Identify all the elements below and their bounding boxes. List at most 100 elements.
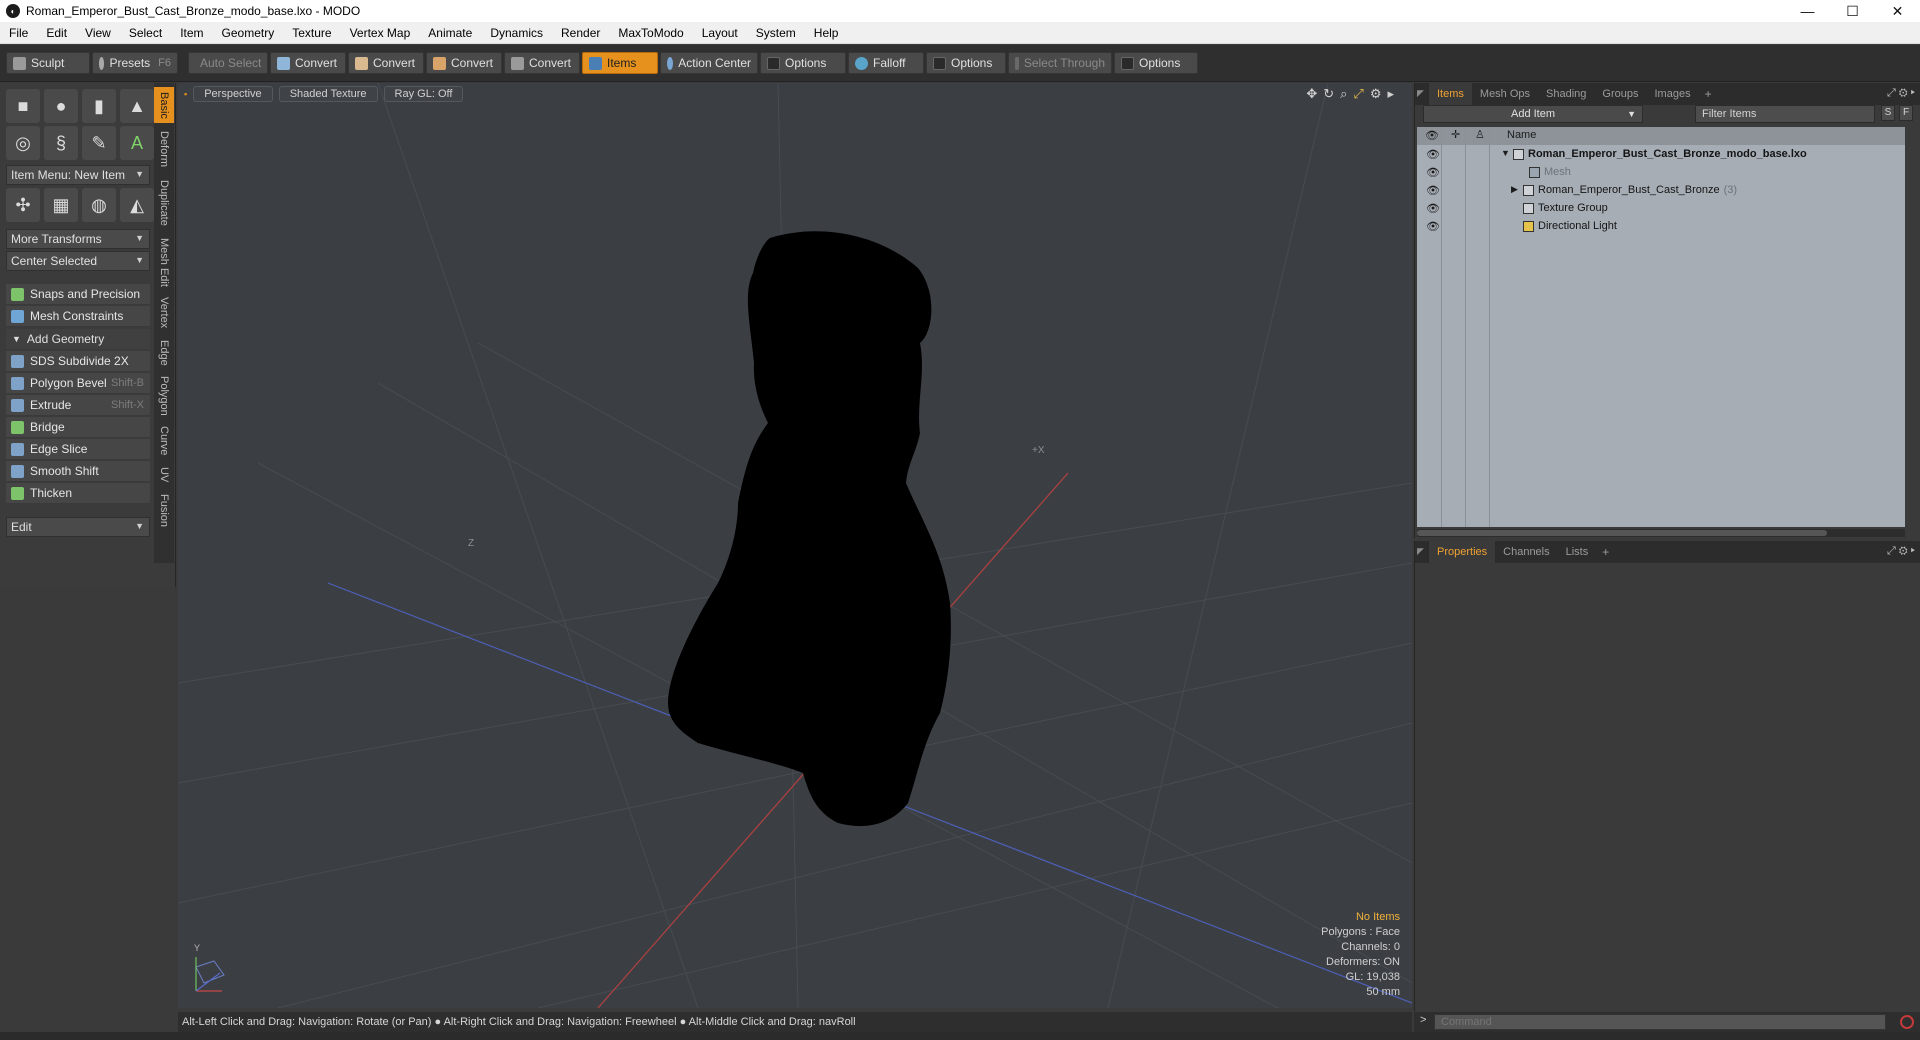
extrude-button[interactable]: Extrude Shift-X xyxy=(6,395,150,416)
convert-polygons-button[interactable]: Convert xyxy=(426,52,502,74)
maximize-icon[interactable]: ☐ xyxy=(1830,0,1875,22)
visibility-icon[interactable]: 👁 xyxy=(1426,148,1440,161)
edge-slice-button[interactable]: Edge Slice xyxy=(6,439,150,460)
record-macro-icon[interactable] xyxy=(1900,1015,1914,1029)
tab-polygon[interactable]: Polygon xyxy=(154,373,174,419)
filter-f-button[interactable]: F xyxy=(1899,105,1913,121)
visibility-icon[interactable]: 👁 xyxy=(1426,220,1440,233)
filter-items-input[interactable]: Filter Items xyxy=(1695,105,1875,123)
snaps-precision-button[interactable]: Snaps and Precision xyxy=(6,284,150,305)
menu-animate[interactable]: Animate xyxy=(419,26,481,40)
fit-icon[interactable]: ⤢ xyxy=(1353,86,1363,102)
tab-edge[interactable]: Edge xyxy=(154,337,174,369)
render-column-icon[interactable]: ♙ xyxy=(1475,128,1485,141)
sculpt-button[interactable]: Sculpt xyxy=(6,52,90,74)
add-geometry-section[interactable]: ▼ Add Geometry xyxy=(6,329,150,349)
menu-texture[interactable]: Texture xyxy=(283,26,340,40)
tab-duplicate[interactable]: Duplicate xyxy=(154,175,174,231)
pen-icon[interactable]: ✎ xyxy=(82,126,116,160)
tree-row-scene[interactable]: 👁 ▼ Roman_Emperor_Bust_Cast_Bronze_modo_… xyxy=(1417,146,1905,164)
more-transforms-dropdown[interactable]: More Transforms ▼ xyxy=(6,229,150,249)
command-input[interactable] xyxy=(1434,1014,1886,1030)
close-icon[interactable]: ✕ xyxy=(1875,0,1920,22)
visibility-column-icon[interactable]: 👁 xyxy=(1425,129,1439,142)
auto-select-button[interactable]: Auto Select xyxy=(188,52,268,74)
cone-icon[interactable]: ▲ xyxy=(120,89,154,123)
falloff-button[interactable]: Falloff xyxy=(848,52,924,74)
smooth-shift-button[interactable]: Smooth Shift xyxy=(6,461,150,482)
menu-help[interactable]: Help xyxy=(805,26,848,40)
panel-options-icon[interactable]: ⤢ ⚙ ▸ xyxy=(1887,545,1915,558)
center-selected-dropdown[interactable]: Center Selected ▼ xyxy=(6,251,150,271)
visibility-icon[interactable]: 👁 xyxy=(1426,166,1440,179)
gear-icon[interactable]: ⚙ xyxy=(1370,86,1382,102)
panel-options-icon[interactable]: ⤢ ⚙ ▸ xyxy=(1887,87,1915,100)
items-mode-button[interactable]: Items xyxy=(582,52,658,74)
grid-icon[interactable]: ▦ xyxy=(44,188,78,222)
tab-channels[interactable]: Channels xyxy=(1495,541,1557,563)
minimize-icon[interactable]: — xyxy=(1785,0,1830,22)
text-icon[interactable]: A xyxy=(120,126,154,160)
select-through-button[interactable]: Select Through xyxy=(1008,52,1112,74)
globe-icon[interactable]: ◍ xyxy=(82,188,116,222)
cylinder-icon[interactable]: ▮ xyxy=(82,89,116,123)
bridge-button[interactable]: Bridge xyxy=(6,417,150,438)
transform-gizmo-icon[interactable]: ✣ xyxy=(6,188,40,222)
menu-dynamics[interactable]: Dynamics xyxy=(481,26,552,40)
expand-icon[interactable]: ▶ xyxy=(1511,184,1518,195)
tab-shading[interactable]: Shading xyxy=(1538,83,1594,105)
action-center-options-button[interactable]: Options xyxy=(760,52,846,74)
menu-geometry[interactable]: Geometry xyxy=(213,26,284,40)
visibility-icon[interactable]: 👁 xyxy=(1426,184,1440,197)
add-tab-icon[interactable]: + xyxy=(1596,545,1615,559)
tube-icon[interactable]: § xyxy=(44,126,78,160)
torus-icon[interactable]: ◎ xyxy=(6,126,40,160)
add-tab-icon[interactable]: + xyxy=(1699,87,1718,101)
menu-maxtomodo[interactable]: MaxToModo xyxy=(609,26,692,40)
tab-items[interactable]: Items xyxy=(1429,83,1472,105)
convert-vertices-button[interactable]: Convert xyxy=(270,52,346,74)
pan-icon[interactable]: ✥ xyxy=(1306,86,1317,102)
menu-render[interactable]: Render xyxy=(552,26,609,40)
name-column-header[interactable]: Name xyxy=(1507,129,1536,141)
thicken-button[interactable]: Thicken xyxy=(6,483,150,504)
tab-mesh-ops[interactable]: Mesh Ops xyxy=(1472,83,1538,105)
edit-dropdown[interactable]: Edit ▼ xyxy=(6,517,150,537)
tab-groups[interactable]: Groups xyxy=(1594,83,1646,105)
view-mode-button[interactable]: Perspective xyxy=(193,86,273,102)
tab-fusion[interactable]: Fusion xyxy=(154,491,174,531)
menu-vertex-map[interactable]: Vertex Map xyxy=(341,26,420,40)
raygl-toggle[interactable]: Ray GL: Off xyxy=(383,86,464,102)
tab-basic[interactable]: Basic xyxy=(154,87,174,123)
menu-select[interactable]: Select xyxy=(120,26,171,40)
menu-file[interactable]: File xyxy=(0,26,37,40)
tree-row-texture-group[interactable]: 👁 Texture Group xyxy=(1417,200,1905,218)
expand-icon[interactable]: ▼ xyxy=(1501,148,1510,158)
tree-row-group[interactable]: 👁 ▶ Roman_Emperor_Bust_Cast_Bronze (3) xyxy=(1417,182,1905,200)
panel-menu-icon[interactable]: ◤ xyxy=(1417,88,1424,99)
convert-materials-button[interactable]: Convert xyxy=(504,52,580,74)
3d-viewport[interactable]: ▪ Perspective Shaded Texture Ray GL: Off… xyxy=(178,83,1412,1008)
polygon-bevel-button[interactable]: Polygon Bevel Shift-B xyxy=(6,373,150,394)
sphere-icon[interactable]: ● xyxy=(44,89,78,123)
menu-view[interactable]: View xyxy=(76,26,120,40)
visibility-icon[interactable]: 👁 xyxy=(1426,202,1440,215)
rotate-icon[interactable]: ↻ xyxy=(1323,86,1334,102)
action-center-button[interactable]: Action Center xyxy=(660,52,758,74)
shading-mode-button[interactable]: Shaded Texture xyxy=(278,86,378,102)
select-options-button[interactable]: Options xyxy=(1114,52,1198,74)
expand-arrow-icon[interactable]: ▸ xyxy=(1387,86,1394,102)
cube-icon[interactable]: ■ xyxy=(6,89,40,123)
lock-column-icon[interactable]: ✛ xyxy=(1451,128,1460,141)
tab-curve[interactable]: Curve xyxy=(154,423,174,459)
zoom-icon[interactable]: ⌕ xyxy=(1340,86,1347,102)
menu-system[interactable]: System xyxy=(747,26,805,40)
mesh-constraints-button[interactable]: Mesh Constraints xyxy=(6,306,150,327)
scrollbar-thumb[interactable] xyxy=(1417,530,1827,536)
tab-uv[interactable]: UV xyxy=(154,463,174,487)
tab-mesh-edit[interactable]: Mesh Edit xyxy=(154,235,174,289)
tab-properties[interactable]: Properties xyxy=(1429,541,1496,563)
falloff-options-button[interactable]: Options xyxy=(926,52,1006,74)
command-history-icon[interactable]: > xyxy=(1420,1014,1426,1026)
add-item-dropdown[interactable]: Add Item ▼ xyxy=(1423,105,1643,123)
